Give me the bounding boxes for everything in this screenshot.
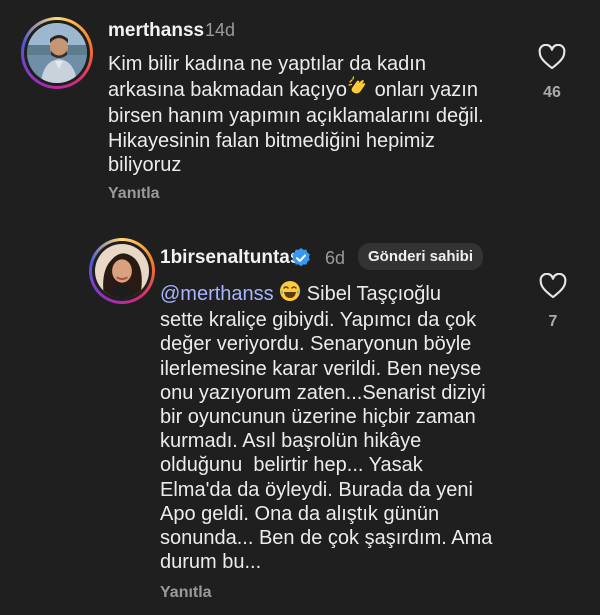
comment-text-line: Elma'da da öyleydi. Burada da yeni <box>160 478 473 501</box>
like-count: 46 <box>543 84 561 101</box>
comment-text-line: onu yazıyorum zaten...Senarist diziyi <box>160 381 486 404</box>
comment-username[interactable]: merthanss <box>108 20 204 42</box>
avatar-1birsenaltuntas <box>95 244 149 298</box>
comment-text-line: Sibel Taşçıoğlu <box>301 283 441 305</box>
comment-text-line: biliyoruz <box>108 153 182 176</box>
comment-text-line: değer veriyordu. Senaryonun böyle <box>160 333 472 356</box>
like-column: 7 <box>533 273 573 331</box>
comment-timestamp: 14d <box>205 20 236 40</box>
comment-text-line: arkasına bakmadan kaçıyo <box>108 79 348 102</box>
like-count: 7 <box>548 313 558 330</box>
avatar-merthanss <box>27 23 87 83</box>
heart-outline-icon[interactable] <box>532 44 572 70</box>
laughing-face-icon <box>279 280 301 308</box>
comment-text-line: olduğunu belirtir hep... Yasak <box>160 454 423 477</box>
comment-text-line: Apo geldi. Ona da alıştık günün <box>160 502 440 525</box>
comment-text: Kim bilir kadına ne yaptılar da kadın ar… <box>108 52 484 177</box>
comment-text-line: ilerlemesine karar verildi. Ben neyse <box>160 357 482 380</box>
comment-text: @merthanss Sibel Taşçıoğlu sette kraliçe… <box>160 280 492 574</box>
comment-text-line: birsen hanım yapımın açıklamalarını deği… <box>108 105 484 128</box>
comment-text-line: Hikayesinin falan bitmediğini hepimiz <box>108 129 435 152</box>
reply-button[interactable]: Yanıtla <box>160 584 212 602</box>
like-column: 46 <box>532 44 572 102</box>
avatar-story-ring[interactable] <box>21 17 93 89</box>
post-owner-badge: Gönderi sahibi <box>358 243 484 270</box>
comment-text-line: bir oyuncunun üzerine hiçbir zaman <box>160 406 476 429</box>
reply-button[interactable]: Yanıtla <box>108 185 160 203</box>
clapping-hands-icon <box>347 76 369 104</box>
avatar-story-ring[interactable] <box>89 238 155 304</box>
comment-text-line: sonunda... Ben de çok şaşırdım. Ama <box>160 527 493 550</box>
heart-outline-icon[interactable] <box>533 273 573 299</box>
comment-text-line: durum bu... <box>160 551 262 574</box>
comment-text-line: Kim bilir kadına ne yaptılar da kadın <box>108 53 426 75</box>
comment-username[interactable]: 1birsenaltuntas <box>160 247 300 269</box>
comment-text-line: onları yazın <box>369 79 478 102</box>
verified-badge-icon <box>290 247 312 269</box>
mention-link[interactable]: @merthanss <box>160 283 274 305</box>
comment-text-line: kurmadı. Asıl başrolün hikâye <box>160 430 422 453</box>
comment-text-line: sette kraliçe gibiydi. Yapımcı da çok <box>160 309 477 332</box>
comment-timestamp: 6d <box>325 248 346 268</box>
